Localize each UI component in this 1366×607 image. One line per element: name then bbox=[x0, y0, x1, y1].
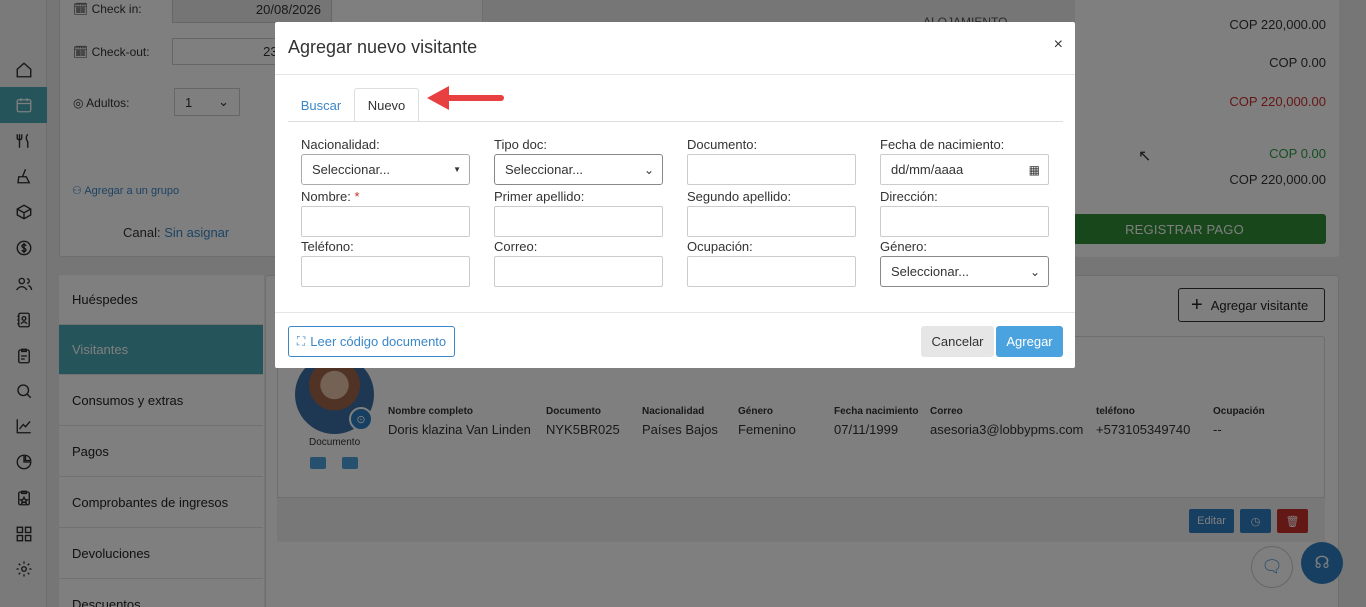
caret-down-icon: ▼ bbox=[453, 165, 461, 174]
fecha-nacimiento-label: Fecha de nacimiento: bbox=[880, 137, 1005, 152]
annotation-arrow-icon bbox=[427, 86, 504, 110]
documento-input[interactable] bbox=[687, 154, 856, 185]
scan-icon: ⛶ bbox=[296, 334, 306, 348]
telefono-label: Teléfono: bbox=[301, 239, 354, 254]
tipo-doc-select[interactable]: Seleccionar... ⌄ bbox=[494, 154, 663, 185]
modal-header-divider bbox=[275, 74, 1075, 75]
ocupacion-input[interactable] bbox=[687, 256, 856, 287]
required-mark: * bbox=[354, 189, 360, 204]
documento-label: Documento: bbox=[687, 137, 758, 152]
chevron-down-icon: ⌄ bbox=[643, 162, 654, 177]
genero-label: Género: bbox=[880, 239, 927, 254]
modal-footer-divider bbox=[275, 312, 1075, 313]
read-document-label: Leer código documento bbox=[310, 334, 447, 349]
chevron-down-icon: ⌄ bbox=[1029, 264, 1040, 279]
segundo-apellido-label: Segundo apellido: bbox=[687, 189, 792, 204]
nacionalidad-label: Nacionalidad: bbox=[301, 137, 380, 152]
tipo-doc-label: Tipo doc: bbox=[494, 137, 547, 152]
genero-value: Seleccionar... bbox=[891, 264, 970, 279]
nombre-label-text: Nombre: bbox=[301, 189, 351, 204]
correo-input[interactable] bbox=[494, 256, 663, 287]
nacionalidad-value: Seleccionar... bbox=[312, 162, 391, 177]
telefono-input[interactable] bbox=[301, 256, 470, 287]
add-visitor-modal: Agregar nuevo visitante × Buscar Nuevo N… bbox=[275, 22, 1075, 368]
cancel-button[interactable]: Cancelar bbox=[921, 326, 994, 357]
fecha-nacimiento-input[interactable]: dd/mm/aaaa ▦ bbox=[880, 154, 1049, 185]
calendar-icon[interactable]: ▦ bbox=[1029, 163, 1040, 177]
primer-apellido-input[interactable] bbox=[494, 206, 663, 237]
genero-select[interactable]: Seleccionar... ⌄ bbox=[880, 256, 1049, 287]
tab-buscar[interactable]: Buscar bbox=[289, 88, 353, 122]
modal-title: Agregar nuevo visitante bbox=[288, 37, 478, 57]
correo-label: Correo: bbox=[494, 239, 538, 254]
primer-apellido-label: Primer apellido: bbox=[494, 189, 585, 204]
segundo-apellido-input[interactable] bbox=[687, 206, 856, 237]
nombre-label: Nombre: * bbox=[301, 189, 360, 204]
direccion-input[interactable] bbox=[880, 206, 1049, 237]
tab-divider bbox=[288, 121, 1063, 122]
tipo-doc-value: Seleccionar... bbox=[505, 162, 584, 177]
ocupacion-label: Ocupación: bbox=[687, 239, 753, 254]
direccion-label: Dirección: bbox=[880, 189, 938, 204]
tab-nuevo[interactable]: Nuevo bbox=[354, 88, 419, 122]
fecha-nacimiento-value: dd/mm/aaaa bbox=[891, 162, 964, 177]
add-button[interactable]: Agregar bbox=[996, 326, 1063, 357]
nacionalidad-select[interactable]: Seleccionar... ▼ bbox=[301, 154, 470, 185]
read-document-button[interactable]: ⛶ Leer código documento bbox=[288, 326, 455, 357]
close-icon[interactable]: × bbox=[1054, 36, 1063, 54]
nombre-input[interactable] bbox=[301, 206, 470, 237]
